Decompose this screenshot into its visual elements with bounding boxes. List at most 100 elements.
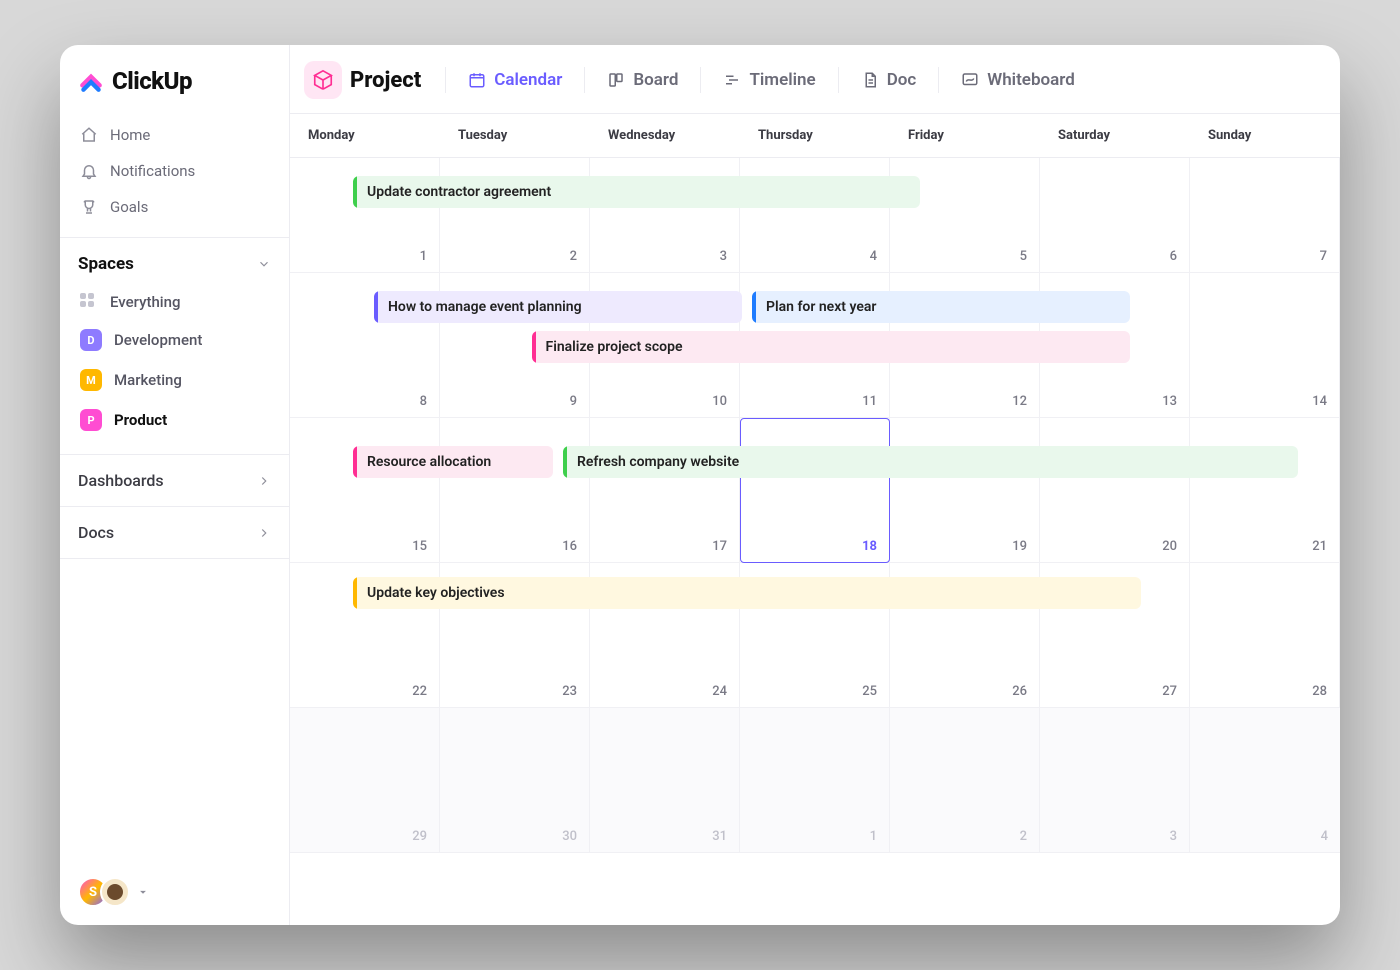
calendar-week: 29 30 31 1 2 3 4 bbox=[290, 708, 1340, 853]
caret-down-icon[interactable] bbox=[136, 885, 150, 899]
day-header: Wednesday bbox=[590, 114, 740, 157]
board-icon bbox=[607, 71, 625, 89]
event[interactable]: Update key objectives bbox=[353, 577, 1141, 609]
event[interactable]: How to manage event planning bbox=[374, 291, 742, 323]
calendar-cell[interactable]: 18 bbox=[740, 418, 890, 563]
calendar-cell[interactable]: 31 bbox=[590, 708, 740, 853]
date-number: 19 bbox=[1012, 539, 1027, 554]
event-title: How to manage event planning bbox=[388, 299, 582, 315]
space-everything[interactable]: Everything bbox=[68, 284, 281, 320]
tab-doc[interactable]: Doc bbox=[853, 64, 925, 96]
calendar-cell[interactable]: 4 bbox=[1190, 708, 1340, 853]
nav-docs[interactable]: Docs bbox=[60, 507, 289, 559]
spaces-header-label: Spaces bbox=[78, 254, 134, 274]
brand-logo[interactable]: ClickUp bbox=[60, 45, 289, 113]
event-title: Update contractor agreement bbox=[367, 184, 551, 200]
calendar-week: 15 16 17 18 19 20 21 Resource allocation… bbox=[290, 418, 1340, 563]
spaces-header[interactable]: Spaces bbox=[60, 238, 289, 284]
spaces-list: Everything D Development M Marketing P P… bbox=[60, 284, 289, 455]
tab-calendar-label: Calendar bbox=[494, 70, 562, 90]
topbar: Project Calendar Board Timeline Doc bbox=[290, 45, 1340, 114]
calendar-cell[interactable]: 2 bbox=[890, 708, 1040, 853]
date-number: 7 bbox=[1320, 249, 1327, 264]
calendar-cell[interactable]: 20 bbox=[1040, 418, 1190, 563]
space-label: Development bbox=[114, 331, 202, 349]
calendar-cell[interactable]: 6 bbox=[1040, 158, 1190, 273]
date-number: 15 bbox=[412, 539, 427, 554]
nav-notifications[interactable]: Notifications bbox=[68, 153, 281, 189]
calendar-cell[interactable]: 15 bbox=[290, 418, 440, 563]
space-marketing[interactable]: M Marketing bbox=[68, 360, 281, 400]
app-window: ClickUp Home Notifications Goals Spaces bbox=[60, 45, 1340, 925]
date-number: 13 bbox=[1162, 394, 1177, 409]
whiteboard-icon bbox=[961, 71, 979, 89]
date-number: 31 bbox=[712, 829, 727, 844]
calendar-cell[interactable]: 30 bbox=[440, 708, 590, 853]
day-header: Sunday bbox=[1190, 114, 1340, 157]
project-title: Project bbox=[350, 68, 421, 93]
space-everything-label: Everything bbox=[110, 293, 180, 311]
calendar-cell[interactable]: 3 bbox=[1040, 708, 1190, 853]
calendar-cell[interactable]: 1 bbox=[740, 708, 890, 853]
date-number: 1 bbox=[420, 249, 427, 264]
nav-dashboards[interactable]: Dashboards bbox=[60, 455, 289, 507]
event[interactable]: Plan for next year bbox=[752, 291, 1130, 323]
event-title: Refresh company website bbox=[577, 454, 739, 470]
event-title: Finalize project scope bbox=[546, 339, 683, 355]
space-product[interactable]: P Product bbox=[68, 400, 281, 440]
date-number: 12 bbox=[1012, 394, 1027, 409]
day-header: Thursday bbox=[740, 114, 890, 157]
nav-home[interactable]: Home bbox=[68, 117, 281, 153]
tab-board[interactable]: Board bbox=[599, 64, 686, 96]
calendar-cell[interactable]: 29 bbox=[290, 708, 440, 853]
date-number: 3 bbox=[720, 249, 727, 264]
home-icon bbox=[80, 126, 98, 144]
event[interactable]: Finalize project scope bbox=[532, 331, 1131, 363]
calendar-cell[interactable]: 21 bbox=[1190, 418, 1340, 563]
project-icon-chip[interactable] bbox=[304, 61, 342, 99]
event[interactable]: Update contractor agreement bbox=[353, 176, 920, 208]
separator bbox=[938, 67, 939, 93]
date-number: 18 bbox=[862, 539, 877, 554]
date-number: 5 bbox=[1020, 249, 1027, 264]
date-number: 26 bbox=[1012, 684, 1027, 699]
event-title: Plan for next year bbox=[766, 299, 876, 315]
date-number: 11 bbox=[862, 394, 877, 409]
nav-home-label: Home bbox=[110, 126, 150, 144]
date-number: 14 bbox=[1312, 394, 1327, 409]
trophy-icon bbox=[80, 198, 98, 216]
calendar-week: 22 23 24 25 26 27 28 Update key objectiv… bbox=[290, 563, 1340, 708]
calendar-cell[interactable]: 16 bbox=[440, 418, 590, 563]
cube-icon bbox=[312, 69, 334, 91]
tab-calendar[interactable]: Calendar bbox=[460, 64, 570, 96]
nav-docs-label: Docs bbox=[78, 523, 114, 542]
calendar-cell[interactable]: 19 bbox=[890, 418, 1040, 563]
tab-whiteboard-label: Whiteboard bbox=[987, 70, 1075, 90]
date-number: 29 bbox=[412, 829, 427, 844]
day-header: Friday bbox=[890, 114, 1040, 157]
space-development[interactable]: D Development bbox=[68, 320, 281, 360]
date-number: 1 bbox=[870, 829, 877, 844]
event[interactable]: Resource allocation bbox=[353, 446, 553, 478]
calendar-cell[interactable]: 17 bbox=[590, 418, 740, 563]
avatar[interactable] bbox=[100, 877, 130, 907]
space-label: Product bbox=[114, 411, 167, 429]
tab-whiteboard[interactable]: Whiteboard bbox=[953, 64, 1083, 96]
nav-goals[interactable]: Goals bbox=[68, 189, 281, 225]
event[interactable]: Refresh company website bbox=[563, 446, 1298, 478]
chevron-down-icon bbox=[257, 257, 271, 271]
separator bbox=[445, 67, 446, 93]
user-avatars[interactable]: S bbox=[60, 859, 289, 925]
calendar-cell[interactable]: 7 bbox=[1190, 158, 1340, 273]
timeline-icon bbox=[723, 71, 741, 89]
calendar-icon bbox=[468, 71, 486, 89]
calendar-cell[interactable]: 14 bbox=[1190, 273, 1340, 418]
tab-timeline-label: Timeline bbox=[749, 70, 815, 90]
date-number: 20 bbox=[1162, 539, 1177, 554]
date-number: 27 bbox=[1162, 684, 1177, 699]
date-number: 8 bbox=[420, 394, 427, 409]
tab-timeline[interactable]: Timeline bbox=[715, 64, 823, 96]
calendar-week: 1 2 3 4 5 6 7 Update contractor agreemen… bbox=[290, 158, 1340, 273]
doc-icon bbox=[861, 71, 879, 89]
calendar-cell[interactable]: 28 bbox=[1190, 563, 1340, 708]
